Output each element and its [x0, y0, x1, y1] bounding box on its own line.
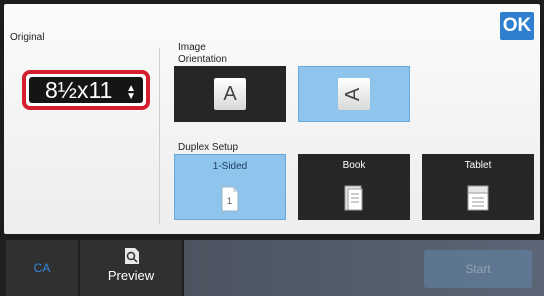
- start-button[interactable]: Start: [424, 250, 532, 288]
- preview-button[interactable]: Preview: [80, 240, 182, 296]
- original-size-value: 8½x11: [45, 76, 113, 103]
- book-icon: [344, 185, 363, 211]
- duplex-book-button[interactable]: Book: [298, 154, 410, 220]
- svg-text:1: 1: [227, 196, 232, 206]
- orientation-portrait-button[interactable]: A: [174, 66, 286, 122]
- duplex-tablet-button[interactable]: Tablet: [422, 154, 534, 220]
- duplex-setup-label: Duplex Setup: [178, 142, 239, 153]
- orientation-landscape-button[interactable]: A: [298, 66, 410, 122]
- tablet-icon: [467, 185, 489, 211]
- duplex-1-sided-label: 1-Sided: [212, 161, 248, 172]
- original-label: Original: [10, 32, 45, 43]
- settings-panel: OK Original 8½x11 ▲ ▼ Image Orientation A…: [4, 4, 540, 234]
- screen: OK Original 8½x11 ▲ ▼ Image Orientation A…: [0, 0, 544, 296]
- divider: [159, 48, 160, 224]
- duplex-tablet-label: Tablet: [464, 160, 492, 171]
- one-sided-icon: 1: [221, 186, 239, 212]
- portrait-icon: A: [214, 78, 246, 110]
- duplex-1-sided-button[interactable]: 1-Sided 1: [174, 154, 286, 220]
- spin-arrows-icon[interactable]: ▲ ▼: [126, 84, 136, 102]
- bottom-bar: CA Preview Start: [0, 240, 544, 296]
- preview-label: Preview: [107, 268, 155, 283]
- ca-button[interactable]: CA: [6, 240, 78, 296]
- landscape-icon: A: [338, 78, 370, 110]
- ok-button[interactable]: OK: [500, 12, 534, 40]
- duplex-book-label: Book: [342, 160, 366, 171]
- original-size-select[interactable]: 8½x11 ▲ ▼: [22, 70, 150, 110]
- preview-icon: [125, 248, 139, 264]
- original-size-display: 8½x11 ▲ ▼: [29, 77, 143, 103]
- image-orientation-label: Image Orientation: [178, 42, 227, 65]
